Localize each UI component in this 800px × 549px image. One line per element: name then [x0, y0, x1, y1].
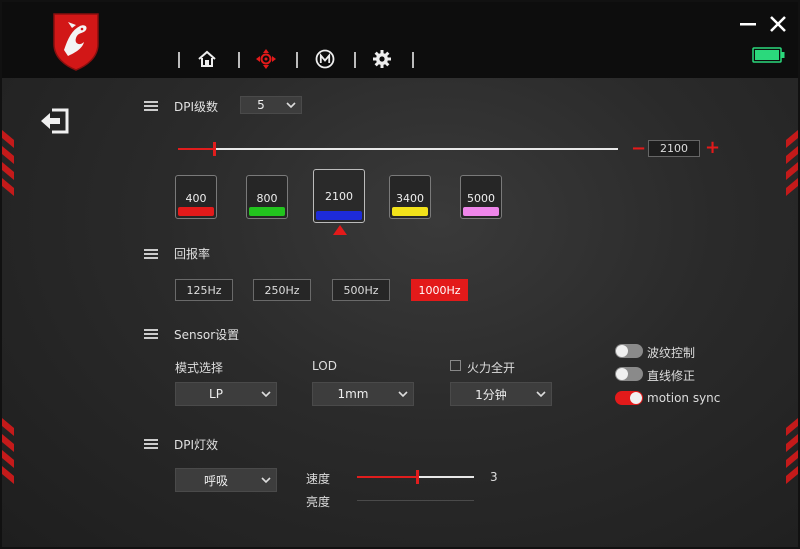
back-icon[interactable]	[40, 108, 70, 134]
dpi-icon[interactable]	[255, 48, 277, 70]
dpi-level-color	[316, 211, 362, 220]
ripple-control-label: 波纹控制	[647, 346, 696, 360]
dpi-level-4[interactable]: 3400	[389, 175, 431, 219]
macro-icon[interactable]	[314, 48, 336, 70]
dpi-level-5[interactable]: 5000	[460, 175, 502, 219]
dpi-value-input[interactable]: 2100	[648, 140, 700, 157]
battery-icon	[752, 47, 785, 63]
chevron-down-icon	[256, 476, 276, 484]
dpi-plus-button[interactable]: +	[705, 137, 720, 158]
dpi-level-color	[463, 207, 499, 216]
lod-dropdown[interactable]: 1mm	[312, 382, 414, 406]
toggle-knob	[630, 392, 642, 404]
chevron-down-icon	[393, 390, 413, 398]
fire-duration-dropdown[interactable]: 1分钟	[450, 382, 552, 406]
mode-label: 模式选择	[175, 361, 224, 375]
nav-separator	[178, 52, 180, 68]
speed-label: 速度	[306, 472, 331, 486]
dpi-level-2[interactable]: 800	[246, 175, 288, 219]
list-icon	[144, 249, 158, 259]
brightness-slider-track[interactable]	[357, 500, 474, 501]
rate-1000hz-button[interactable]: 1000Hz	[411, 279, 468, 301]
side-decoration-left	[2, 130, 14, 196]
dpi-level-3[interactable]: 2100	[313, 169, 365, 223]
dpi-section-title: DPI级数	[174, 100, 219, 114]
light-effect-value: 呼吸	[203, 473, 228, 488]
speed-value: 3	[490, 470, 498, 484]
dpi-level-value: 5000	[467, 192, 495, 205]
msi-dragon-logo	[53, 13, 99, 71]
nav-separator	[354, 52, 356, 68]
app-window: DPI级数 5 − 2100 + 400 800 2100 3400 5000 …	[0, 0, 800, 549]
light-effect-dropdown[interactable]: 呼吸	[175, 468, 277, 492]
toggle-knob	[616, 345, 628, 357]
ripple-control-toggle[interactable]	[615, 344, 643, 358]
lod-label: LOD	[312, 359, 337, 373]
dpi-count-value: 5	[257, 98, 265, 112]
list-icon	[144, 329, 158, 339]
dpi-slider-track[interactable]	[178, 148, 618, 150]
settings-icon[interactable]	[371, 48, 393, 70]
toggle-knob	[616, 368, 628, 380]
dpi-count-dropdown[interactable]: 5	[240, 96, 302, 114]
home-icon[interactable]	[196, 48, 218, 70]
header-bar	[2, 2, 798, 78]
nav-separator	[296, 52, 298, 68]
side-decoration-right	[786, 418, 798, 484]
fire-label: 火力全开	[467, 361, 516, 375]
light-section-title: DPI灯效	[174, 438, 219, 452]
chevron-down-icon	[256, 390, 276, 398]
report-rate-title: 回报率	[174, 247, 211, 261]
speed-slider-thumb[interactable]	[416, 470, 419, 484]
chevron-down-icon	[531, 390, 551, 398]
rate-500hz-button[interactable]: 500Hz	[332, 279, 390, 301]
motion-sync-label: motion sync	[647, 391, 721, 405]
dpi-minus-button[interactable]: −	[631, 138, 646, 159]
motion-sync-toggle[interactable]	[615, 391, 643, 405]
brightness-label: 亮度	[306, 495, 331, 509]
dpi-level-color	[249, 207, 285, 216]
angle-snap-label: 直线修正	[647, 369, 696, 383]
mode-dropdown[interactable]: LP	[175, 382, 277, 406]
dpi-slider-fill	[178, 148, 213, 150]
active-level-indicator-icon	[333, 225, 347, 235]
dpi-level-value: 400	[185, 192, 207, 205]
close-icon[interactable]	[768, 14, 788, 34]
mode-value: LP	[209, 387, 223, 401]
nav-separator	[412, 52, 414, 68]
dpi-level-color	[392, 207, 428, 216]
list-icon	[144, 439, 158, 449]
dpi-level-value: 3400	[396, 192, 424, 205]
fire-duration-value: 1分钟	[475, 387, 507, 402]
lod-value: 1mm	[337, 387, 369, 401]
dpi-level-color	[178, 207, 214, 216]
sensor-section-title: Sensor设置	[174, 328, 240, 342]
dpi-level-value: 2100	[325, 190, 353, 203]
dpi-level-value: 800	[256, 192, 278, 205]
angle-snap-toggle[interactable]	[615, 367, 643, 381]
side-decoration-left	[2, 418, 14, 484]
dpi-slider-thumb[interactable]	[213, 142, 216, 156]
rate-125hz-button[interactable]: 125Hz	[175, 279, 233, 301]
list-icon	[144, 101, 158, 111]
side-decoration-right	[786, 130, 798, 196]
rate-250hz-button[interactable]: 250Hz	[253, 279, 311, 301]
minimize-icon[interactable]	[738, 14, 758, 34]
dpi-level-1[interactable]: 400	[175, 175, 217, 219]
chevron-down-icon	[281, 101, 301, 109]
speed-slider-fill	[357, 476, 416, 478]
nav-separator	[238, 52, 240, 68]
fire-checkbox[interactable]	[450, 360, 461, 371]
